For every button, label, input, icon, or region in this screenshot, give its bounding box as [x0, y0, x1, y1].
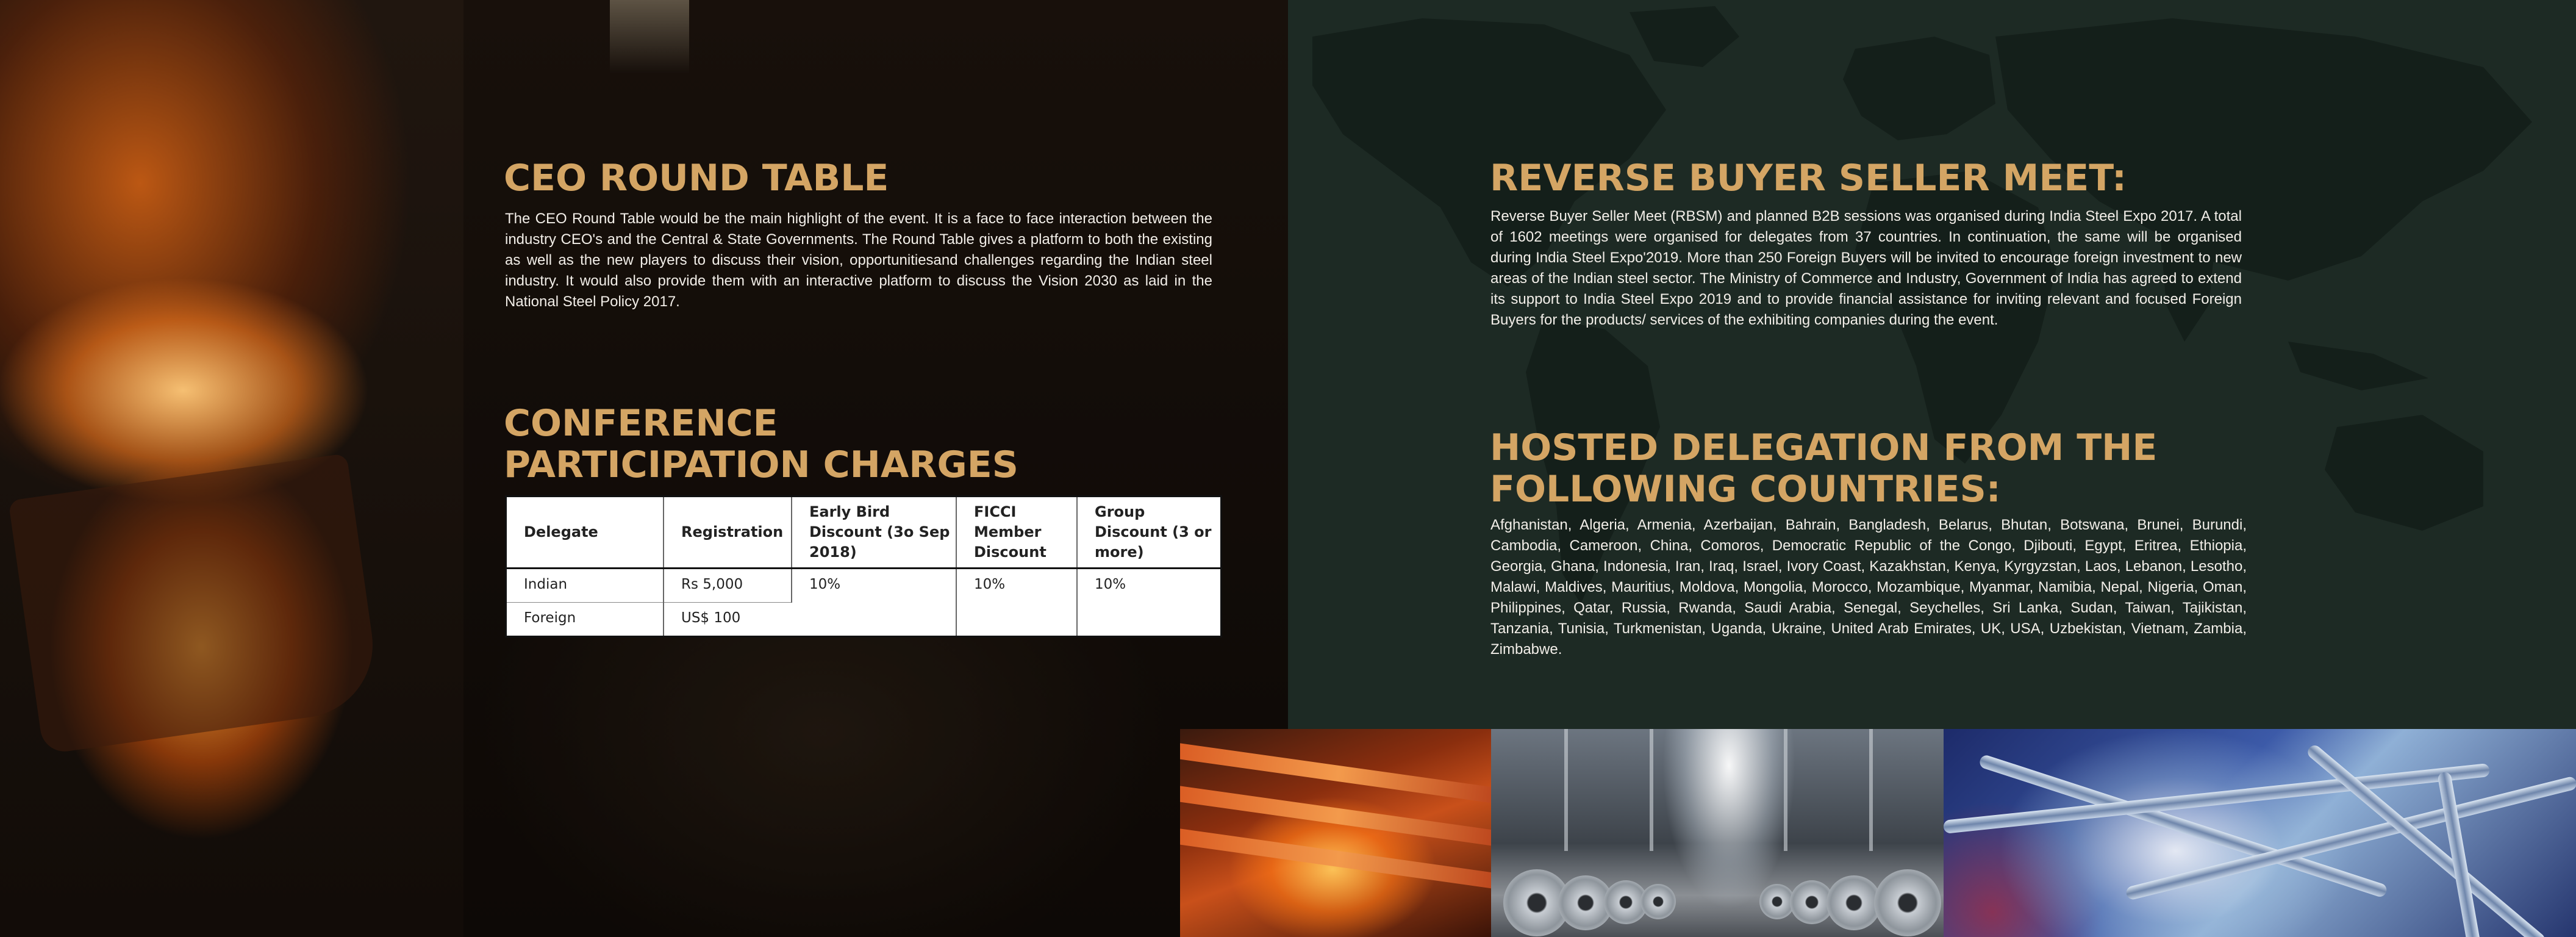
- ceo-round-table-heading: CEO ROUND TABLE: [504, 157, 889, 199]
- hosted-heading-line1: HOSTED DELEGATION FROM THE: [1490, 426, 2158, 469]
- conference-charges-heading: CONFERENCE PARTICIPATION CHARGES: [504, 403, 1018, 486]
- ladle-shape: [8, 453, 382, 755]
- roof-truss: [1650, 729, 1653, 851]
- roof-truss: [1564, 729, 1568, 851]
- table-cell: 10%: [1095, 576, 1126, 592]
- table-header-cell: Delegate: [507, 497, 664, 569]
- greenland-shape: [1630, 6, 1739, 67]
- table-cell: US$ 100: [681, 610, 741, 626]
- hot-steel-bars-photo: [1180, 729, 1491, 937]
- steel-coil: [1640, 884, 1676, 919]
- table-header-cell: Early Bird Discount (3o Sep 2018): [792, 497, 957, 569]
- participation-charges-table: Delegate Registration Early Bird Discoun…: [505, 495, 1222, 637]
- table-cell: Foreign: [507, 602, 664, 636]
- industrial-pipes-photo: [1944, 729, 2576, 937]
- hosted-heading-line2: FOLLOWING COUNTRIES:: [1490, 468, 2001, 511]
- rbsm-heading: REVERSE BUYER SELLER MEET:: [1490, 157, 2127, 199]
- table-header-cell: Registration: [664, 497, 792, 569]
- conference-heading-line2: PARTICIPATION CHARGES: [504, 443, 1018, 486]
- table-header-cell: Group Discount (3 or more): [1077, 497, 1220, 569]
- conference-heading-line1: CONFERENCE: [504, 402, 778, 445]
- roof-truss: [1869, 729, 1873, 851]
- ceo-round-table-text: The CEO Round Table would be the main hi…: [505, 210, 1212, 310]
- steel-coil: [1826, 875, 1881, 930]
- indonesia-shape: [2288, 342, 2428, 390]
- table-cell: 10%: [792, 568, 957, 636]
- table-cell: Indian: [507, 568, 664, 603]
- steel-coil: [1874, 869, 1941, 936]
- hosted-countries-text: Afghanistan, Algeria, Armenia, Azerbaija…: [1490, 517, 2247, 658]
- rbsm-text: Reverse Buyer Seller Meet (RBSM) and pla…: [1490, 208, 2242, 328]
- table-header-cell: FICCI Member Discount: [956, 497, 1078, 569]
- table-cell: 10%: [956, 568, 1078, 636]
- table-header-row: Delegate Registration Early Bird Discoun…: [507, 497, 1220, 569]
- roof-truss: [1784, 729, 1787, 851]
- steel-coil-warehouse-photo: [1491, 729, 1944, 937]
- hosted-delegation-heading: HOSTED DELEGATION FROM THE FOLLOWING COU…: [1490, 427, 2157, 510]
- europe-shape: [1843, 37, 1995, 140]
- australia-shape: [2325, 415, 2483, 531]
- table-row: Indian Rs 5,000 10% 10% 10%: [507, 568, 1220, 636]
- table-cell: Rs 5,000: [664, 568, 792, 603]
